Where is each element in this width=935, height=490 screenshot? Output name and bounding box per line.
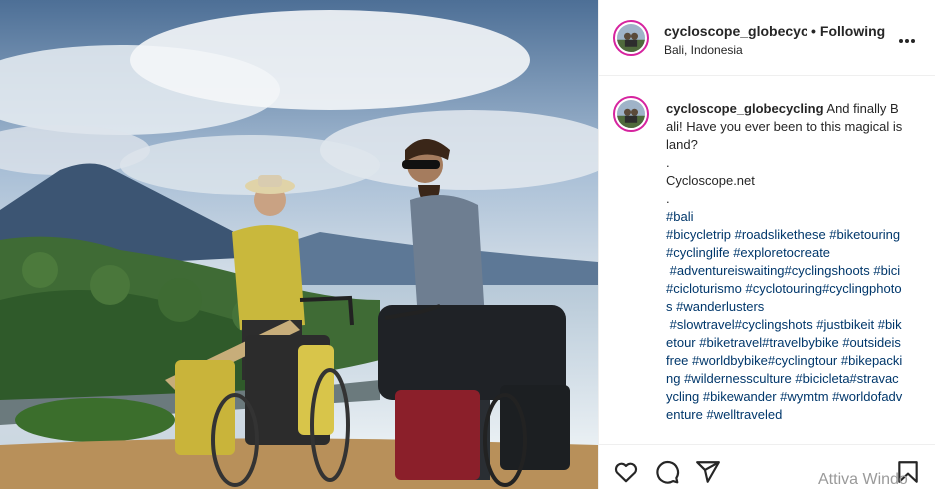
caption-username[interactable]: cycloscope_globecycling: [666, 101, 824, 116]
caption-body: And finally Bali! Have you ever been to …: [666, 101, 903, 206]
post-photo[interactable]: [0, 0, 598, 489]
post-side-panel: cycloscope_globecycling•Following Bali, …: [598, 0, 935, 489]
avatar-image: [617, 24, 645, 52]
header-separator: •: [811, 23, 816, 39]
instagram-post: cycloscope_globecycling•Following Bali, …: [0, 0, 935, 489]
following-button[interactable]: Following: [820, 23, 885, 39]
comment-icon[interactable]: [654, 459, 680, 485]
avatar[interactable]: [613, 20, 649, 56]
location-link[interactable]: Bali, Indonesia: [664, 43, 743, 57]
caption-text: cycloscope_globecycling And finally Bali…: [666, 100, 904, 424]
share-icon[interactable]: [695, 459, 721, 485]
post-caption: cycloscope_globecycling And finally Bali…: [599, 77, 935, 442]
more-options-icon[interactable]: [899, 30, 923, 46]
bali-cyclists-photo: [0, 0, 598, 489]
heart-icon[interactable]: [613, 459, 639, 485]
caption-avatar[interactable]: [613, 96, 649, 132]
caption-hashtags[interactable]: #bali #bicycletrip #roadslikethese #bike…: [666, 209, 904, 422]
caption-avatar-image: [617, 100, 645, 128]
header-username[interactable]: cycloscope_globecycling: [664, 23, 807, 39]
windows-activation-watermark: Attiva Windo: [818, 471, 908, 488]
post-header: cycloscope_globecycling•Following Bali, …: [599, 0, 935, 76]
